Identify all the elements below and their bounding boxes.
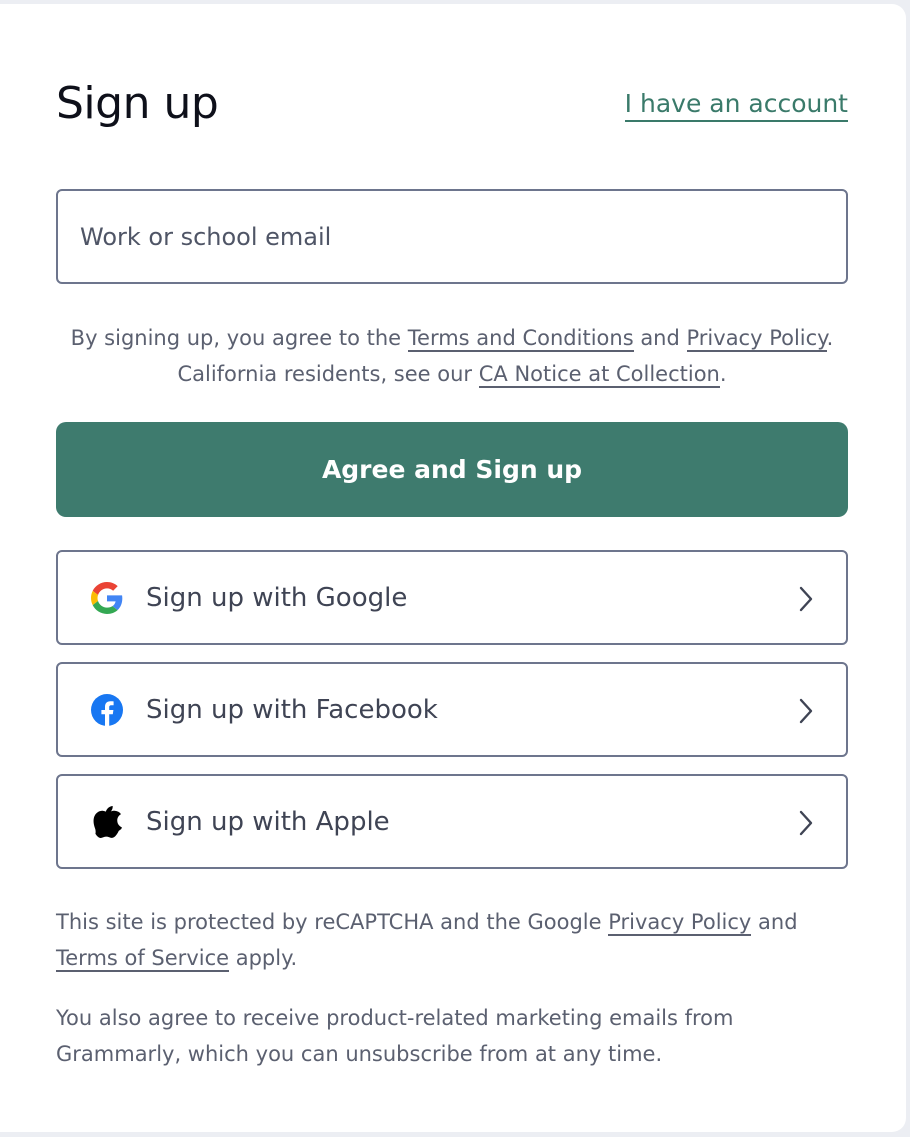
ca-prefix: California residents, see our bbox=[177, 362, 479, 386]
page-title: Sign up bbox=[56, 78, 219, 129]
legal-notice: By signing up, you agree to the Terms an… bbox=[56, 320, 848, 392]
google-privacy-policy-link[interactable]: Privacy Policy bbox=[608, 910, 752, 936]
legal-period: . bbox=[826, 326, 834, 350]
chevron-right-icon bbox=[799, 698, 813, 724]
i-have-an-account-link[interactable]: I have an account bbox=[624, 89, 848, 122]
ca-period: . bbox=[719, 362, 727, 386]
apple-icon bbox=[91, 806, 123, 838]
facebook-icon bbox=[91, 694, 123, 726]
apple-button-label: Sign up with Apple bbox=[146, 807, 390, 837]
terms-and-conditions-link[interactable]: Terms and Conditions bbox=[407, 326, 634, 352]
recaptcha-notice: This site is protected by reCAPTCHA and … bbox=[56, 904, 848, 976]
sign-up-with-apple-button[interactable]: Sign up with Apple bbox=[56, 774, 848, 869]
google-icon bbox=[91, 582, 123, 614]
privacy-policy-link[interactable]: Privacy Policy bbox=[686, 326, 827, 352]
recaptcha-prefix: This site is protected by reCAPTCHA and … bbox=[56, 910, 609, 934]
sign-up-with-google-button[interactable]: Sign up with Google bbox=[56, 550, 848, 645]
legal-and: and bbox=[633, 326, 687, 350]
email-field[interactable] bbox=[56, 189, 848, 284]
recaptcha-suffix: apply. bbox=[229, 946, 298, 970]
facebook-button-label: Sign up with Facebook bbox=[146, 695, 438, 725]
header: Sign up I have an account bbox=[56, 78, 848, 134]
recaptcha-and: and bbox=[751, 910, 798, 934]
legal-prefix: By signing up, you agree to the bbox=[70, 326, 408, 350]
sign-up-with-facebook-button[interactable]: Sign up with Facebook bbox=[56, 662, 848, 757]
chevron-right-icon bbox=[799, 586, 813, 612]
google-button-label: Sign up with Google bbox=[146, 583, 408, 613]
chevron-right-icon bbox=[799, 810, 813, 836]
terms-of-service-link[interactable]: Terms of Service bbox=[56, 946, 230, 972]
agree-and-sign-up-button[interactable]: Agree and Sign up bbox=[56, 422, 848, 517]
ca-notice-link[interactable]: CA Notice at Collection bbox=[478, 362, 720, 388]
signup-card: Sign up I have an account By signing up,… bbox=[0, 4, 906, 1132]
marketing-consent-text: You also agree to receive product-relate… bbox=[56, 1006, 734, 1066]
